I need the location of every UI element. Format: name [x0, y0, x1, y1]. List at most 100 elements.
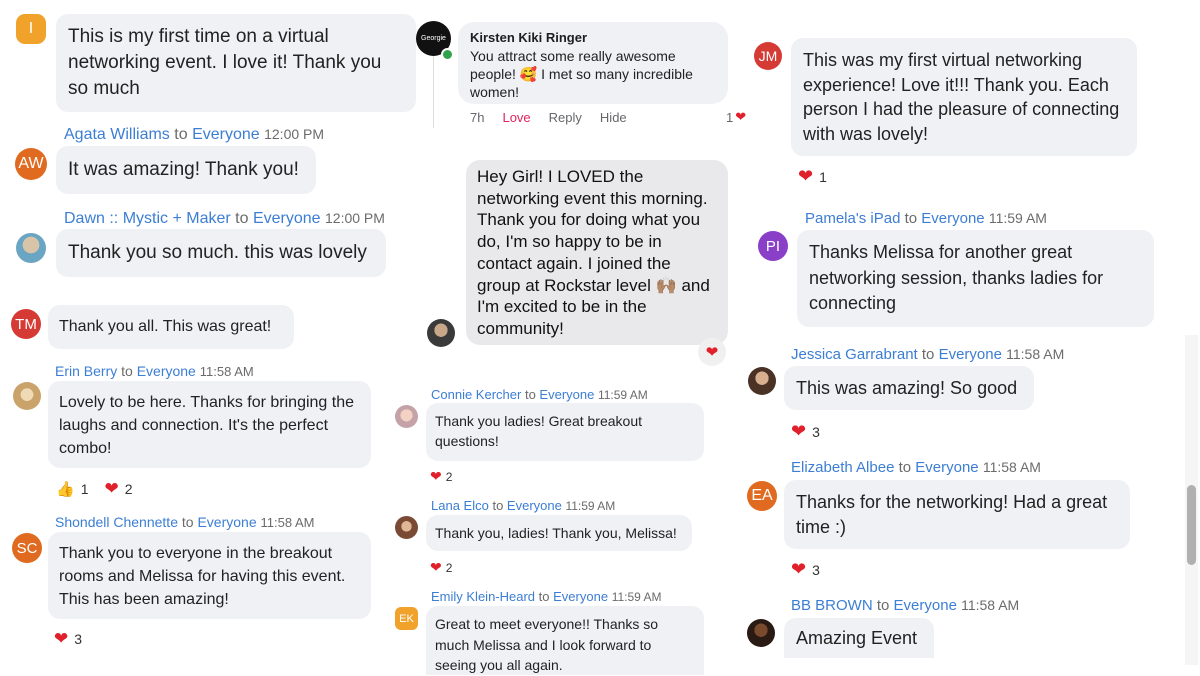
sender-name[interactable]: Agata Williams — [64, 126, 170, 143]
avatar-initials: AW — [15, 148, 47, 180]
message-header: Connie Kercher to Everyone 11:59 AM — [431, 387, 648, 402]
sender-name[interactable]: Jessica Garrabrant — [791, 346, 918, 363]
to-label: to — [235, 210, 249, 227]
reply-link[interactable]: Reply — [549, 110, 582, 125]
message-text: Amazing Event — [796, 628, 918, 648]
reactions[interactable]: ❤ 3 — [54, 629, 82, 649]
sender-name[interactable]: Elizabeth Albee — [791, 459, 894, 476]
timestamp: 11:58 AM — [260, 515, 315, 530]
message-text: This was amazing! So good — [796, 378, 1018, 398]
avatar-initials: PI — [758, 231, 788, 261]
message-text: Thank you all. This was great! — [59, 318, 272, 335]
reactions[interactable]: ❤ 3 — [791, 421, 820, 442]
like-count: 1 — [80, 481, 89, 497]
timestamp: 11:59 AM — [597, 388, 648, 402]
sender-name[interactable]: Dawn :: Mystic + Maker — [64, 210, 231, 227]
avatar-label: EA — [751, 487, 773, 504]
sms-heart-tapback[interactable]: ❤ — [698, 338, 726, 366]
heart-count: 3 — [812, 561, 820, 578]
to-label: to — [492, 498, 504, 513]
timestamp: 12:00 PM — [325, 210, 385, 226]
audience-label[interactable]: Everyone — [553, 589, 608, 604]
to-label: to — [876, 597, 890, 614]
audience-label[interactable]: Everyone — [894, 597, 957, 614]
to-label: to — [121, 363, 133, 379]
comment-reaction-count[interactable]: 1 ❤ — [726, 109, 746, 125]
message-text: Thanks Melissa for another great network… — [809, 242, 1104, 313]
sender-name[interactable]: Erin Berry — [55, 363, 117, 379]
avatar-photo — [427, 319, 455, 347]
heart-count: 3 — [812, 423, 820, 440]
comment-actions: 7h Love Reply Hide — [470, 110, 627, 125]
message-header: Pamela's iPad to Everyone 11:59 AM — [805, 210, 1047, 227]
audience-label[interactable]: Everyone — [915, 459, 978, 476]
chat-bubble: This was my first virtual networking exp… — [791, 38, 1137, 156]
comment-bubble: Kirsten Kiki Ringer You attract some rea… — [458, 22, 728, 104]
reactions[interactable]: ❤ 2 — [430, 468, 452, 485]
chat-bubble: Thanks for the networking! Had a great t… — [784, 480, 1130, 549]
avatar-label: AW — [18, 155, 44, 172]
heart-icon: ❤ — [791, 559, 807, 579]
sender-name[interactable]: Connie Kercher — [431, 387, 521, 402]
avatar-photo — [748, 367, 776, 395]
message-text: Thank you to everyone in the breakout ro… — [59, 545, 346, 608]
avatar-photo — [16, 233, 46, 263]
commenter-name[interactable]: Kirsten Kiki Ringer — [470, 30, 716, 45]
comment-time: 7h — [470, 110, 485, 125]
to-label: to — [921, 346, 935, 363]
thumbs-up-icon: 👍 — [56, 481, 75, 498]
message-header: Agata Williams to Everyone 12:00 PM — [64, 126, 324, 144]
heart-count: 3 — [74, 631, 83, 647]
timestamp: 11:59 AM — [565, 499, 616, 513]
avatar-photo — [395, 405, 418, 428]
chat-bubble: Lovely to be here. Thanks for bringing t… — [48, 381, 371, 468]
to-label: to — [898, 459, 912, 476]
heart-icon: ❤ — [798, 166, 814, 186]
sender-name[interactable]: Pamela's iPad — [805, 210, 900, 227]
reactions[interactable]: ❤ 1 — [798, 166, 827, 187]
chat-bubble: Amazing Event — [784, 618, 934, 658]
chat-bubble: It was amazing! Thank you! — [56, 146, 316, 194]
chat-bubble: Thank you so much. this was lovely — [56, 229, 386, 277]
message-header: Lana Elco to Everyone 11:59 AM — [431, 498, 615, 513]
audience-label[interactable]: Everyone — [539, 387, 594, 402]
timestamp: 11:58 AM — [961, 597, 1020, 613]
timestamp: 11:58 AM — [1006, 346, 1065, 362]
sms-bubble: Hey Girl! I LOVED the networking event t… — [466, 160, 728, 345]
sender-name[interactable]: BB BROWN — [791, 597, 873, 614]
audience-label[interactable]: Everyone — [192, 126, 260, 143]
comment-text: You attract some really awesome people! … — [470, 48, 693, 100]
reactions[interactable]: ❤ 3 — [791, 559, 820, 580]
message-header: Dawn :: Mystic + Maker to Everyone 12:00… — [64, 210, 385, 228]
audience-label[interactable]: Everyone — [253, 210, 321, 227]
sender-name[interactable]: Emily Klein-Heard — [431, 589, 535, 604]
love-link[interactable]: Love — [502, 110, 530, 125]
avatar-initials: TM — [11, 309, 41, 339]
sender-name[interactable]: Lana Elco — [431, 498, 489, 513]
heart-icon: ❤ — [791, 421, 807, 441]
audience-label[interactable]: Everyone — [137, 363, 196, 379]
sender-name[interactable]: Shondell Chennette — [55, 514, 178, 530]
avatar-photo — [747, 619, 775, 647]
message-text: Thank you, ladies! Thank you, Melissa! — [435, 525, 677, 541]
reactions[interactable]: ❤ 2 — [430, 559, 452, 576]
message-text: Lovely to be here. Thanks for bringing t… — [59, 394, 354, 457]
audience-label[interactable]: Everyone — [921, 210, 984, 227]
to-label: to — [904, 210, 918, 227]
audience-label[interactable]: Everyone — [939, 346, 1002, 363]
chat-bubble: This is my first time on a virtual netwo… — [56, 14, 416, 112]
message-header: Elizabeth Albee to Everyone 11:58 AM — [791, 459, 1041, 476]
to-label: to — [174, 126, 188, 143]
avatar-initials: EK — [395, 607, 418, 630]
audience-label[interactable]: Everyone — [197, 514, 256, 530]
hide-link[interactable]: Hide — [600, 110, 627, 125]
message-text: Thank you so much. this was lovely — [68, 242, 367, 263]
avatar-initials: I — [16, 14, 46, 44]
audience-label[interactable]: Everyone — [507, 498, 562, 513]
message-header: Shondell Chennette to Everyone 11:58 AM — [55, 514, 314, 530]
avatar-initials: JM — [754, 42, 782, 70]
avatar-label: JM — [758, 48, 778, 64]
scrollbar-thumb[interactable] — [1187, 485, 1196, 565]
reactions[interactable]: 👍 1 ❤ 2 — [56, 479, 133, 499]
chat-bubble: Thank you ladies! Great breakout questio… — [426, 403, 704, 461]
